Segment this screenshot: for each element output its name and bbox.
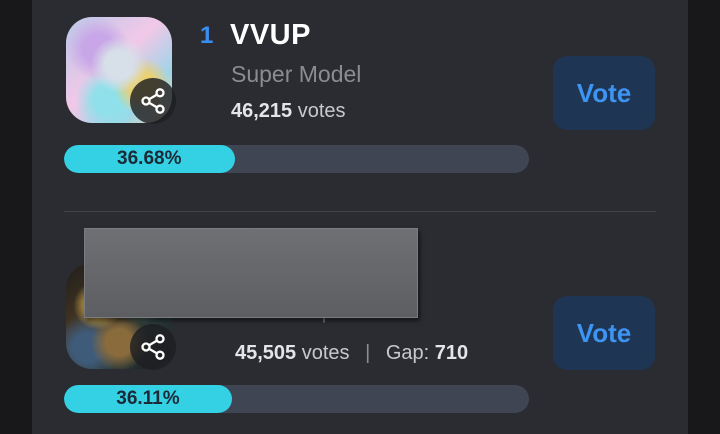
artist-name: VVUP <box>230 19 311 51</box>
share-icon <box>141 334 165 360</box>
share-button[interactable] <box>130 324 176 370</box>
share-button[interactable] <box>130 78 176 124</box>
vote-share-percent: 36.11% <box>116 388 180 409</box>
vote-share-percent: 36.68% <box>117 148 182 169</box>
vote-share-bar: 36.11% <box>64 385 529 413</box>
gap-value: 710 <box>434 342 469 364</box>
vote-share-fill: 36.11% <box>64 385 232 413</box>
ranking-entry: 1 VVUP Super Model 46,215 votes Vote 36.… <box>32 0 688 212</box>
vote-button[interactable]: Vote <box>553 296 655 370</box>
redaction-box <box>84 228 418 318</box>
rank-number: 1 <box>200 22 214 49</box>
vote-count: 45,505 <box>235 342 297 364</box>
vote-count: 46,215 <box>231 100 293 122</box>
vote-count-line: 46,215 votes <box>231 100 346 123</box>
separator: | <box>365 342 371 364</box>
votes-unit: votes <box>301 342 350 364</box>
song-title: Super Model <box>231 61 362 87</box>
vote-count-line: 45,505 votes | Gap: 710 <box>235 342 468 365</box>
gap-label: Gap: <box>385 342 430 364</box>
votes-unit: votes <box>297 100 346 122</box>
vote-share-bar: 36.68% <box>64 145 529 173</box>
vote-button[interactable]: Vote <box>553 56 655 130</box>
vote-share-fill: 36.68% <box>64 145 235 173</box>
share-icon <box>141 88 165 114</box>
ranking-panel: 1 VVUP Super Model 46,215 votes Vote 36.… <box>32 0 688 434</box>
